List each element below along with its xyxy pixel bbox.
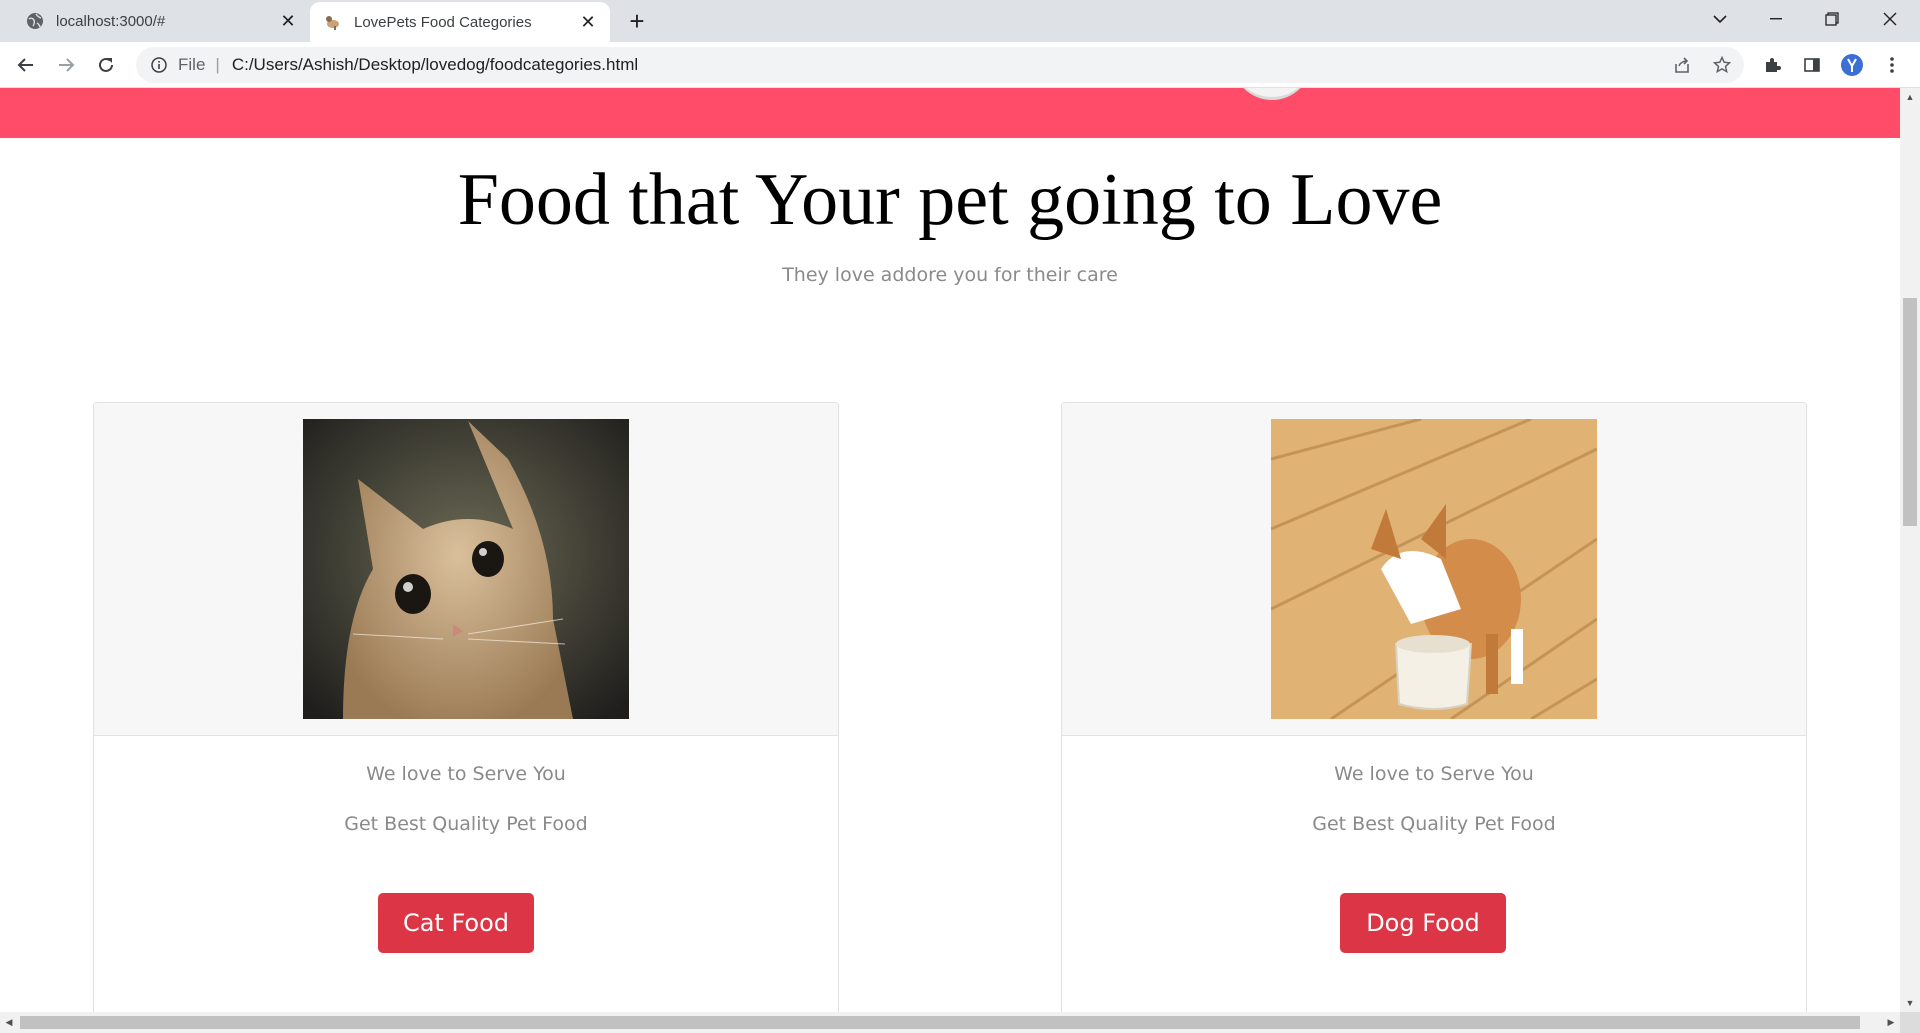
extensions-puzzle-icon[interactable] — [1758, 51, 1786, 79]
vertical-scroll-thumb[interactable] — [1903, 298, 1917, 526]
scrollbar-corner — [1900, 1012, 1920, 1033]
tab-search-chevron-icon[interactable] — [1692, 0, 1748, 38]
card-tagline: We love to Serve You — [366, 763, 566, 785]
restore-icon[interactable] — [1804, 0, 1860, 38]
minimize-icon[interactable] — [1748, 0, 1804, 38]
url-separator: | — [215, 55, 220, 74]
card-tagline: We love to Serve You — [1334, 763, 1534, 785]
cat-food-button[interactable]: Cat Food — [378, 893, 534, 953]
share-icon[interactable] — [1668, 51, 1696, 79]
scroll-down-arrow-icon[interactable]: ▼ — [1900, 994, 1920, 1012]
menu-kebab-icon[interactable] — [1878, 51, 1906, 79]
page-viewport: Food that Your pet going to Love They lo… — [0, 88, 1900, 1012]
page-subtitle: They love addore you for their care — [782, 264, 1118, 286]
close-window-icon[interactable] — [1862, 0, 1918, 38]
card-image-area — [94, 403, 838, 736]
tab-localhost[interactable]: localhost:3000/# ✕ — [0, 0, 310, 42]
side-panel-icon[interactable] — [1798, 51, 1826, 79]
tab-title: LovePets Food Categories — [354, 13, 532, 31]
tab-lovepets[interactable]: LovePets Food Categories ✕ — [310, 2, 610, 42]
dog-favicon-icon — [324, 13, 342, 31]
globe-icon — [26, 12, 44, 30]
new-tab-button[interactable]: + — [622, 6, 652, 36]
dog-food-button[interactable]: Dog Food — [1340, 893, 1506, 953]
tab-strip: localhost:3000/# ✕ LovePets Food Categor… — [0, 0, 1920, 42]
url-text[interactable]: C:/Users/Ashish/Desktop/lovedog/foodcate… — [232, 55, 638, 75]
info-icon[interactable] — [150, 56, 168, 74]
hero-decoration — [1232, 88, 1312, 100]
card-description: Get Best Quality Pet Food — [344, 813, 588, 835]
browser-toolbar: File | C:/Users/Ashish/Desktop/lovedog/f… — [0, 42, 1920, 88]
card-description: Get Best Quality Pet Food — [1312, 813, 1556, 835]
dog-photo — [1271, 419, 1597, 719]
reload-icon[interactable] — [90, 49, 122, 81]
close-icon[interactable]: ✕ — [574, 8, 602, 36]
profile-avatar[interactable] — [1838, 51, 1866, 79]
cat-photo — [303, 419, 629, 719]
close-icon[interactable]: ✕ — [274, 7, 302, 35]
vertical-scrollbar[interactable]: ▲ ▼ — [1900, 88, 1920, 1012]
scroll-right-arrow-icon[interactable]: ▶ — [1882, 1012, 1900, 1033]
horizontal-scroll-thumb[interactable] — [20, 1016, 1860, 1029]
hero-banner-band — [0, 88, 1900, 138]
url-scheme: File — [178, 55, 206, 74]
category-card-cat: We love to Serve You Get Best Quality Pe… — [93, 402, 839, 1012]
bookmark-star-icon[interactable] — [1708, 51, 1736, 79]
card-image-area — [1062, 403, 1806, 736]
horizontal-scrollbar[interactable]: ◀ ▶ — [0, 1012, 1900, 1033]
page-title: Food that Your pet going to Love — [457, 159, 1443, 241]
category-card-dog: We love to Serve You Get Best Quality Pe… — [1061, 402, 1807, 1012]
tab-title: localhost:3000/# — [56, 12, 166, 30]
address-bar[interactable]: File | C:/Users/Ashish/Desktop/lovedog/f… — [136, 47, 1744, 83]
forward-arrow-icon[interactable] — [50, 49, 82, 81]
scroll-left-arrow-icon[interactable]: ◀ — [0, 1012, 18, 1033]
back-arrow-icon[interactable] — [10, 49, 42, 81]
scroll-up-arrow-icon[interactable]: ▲ — [1900, 88, 1920, 106]
